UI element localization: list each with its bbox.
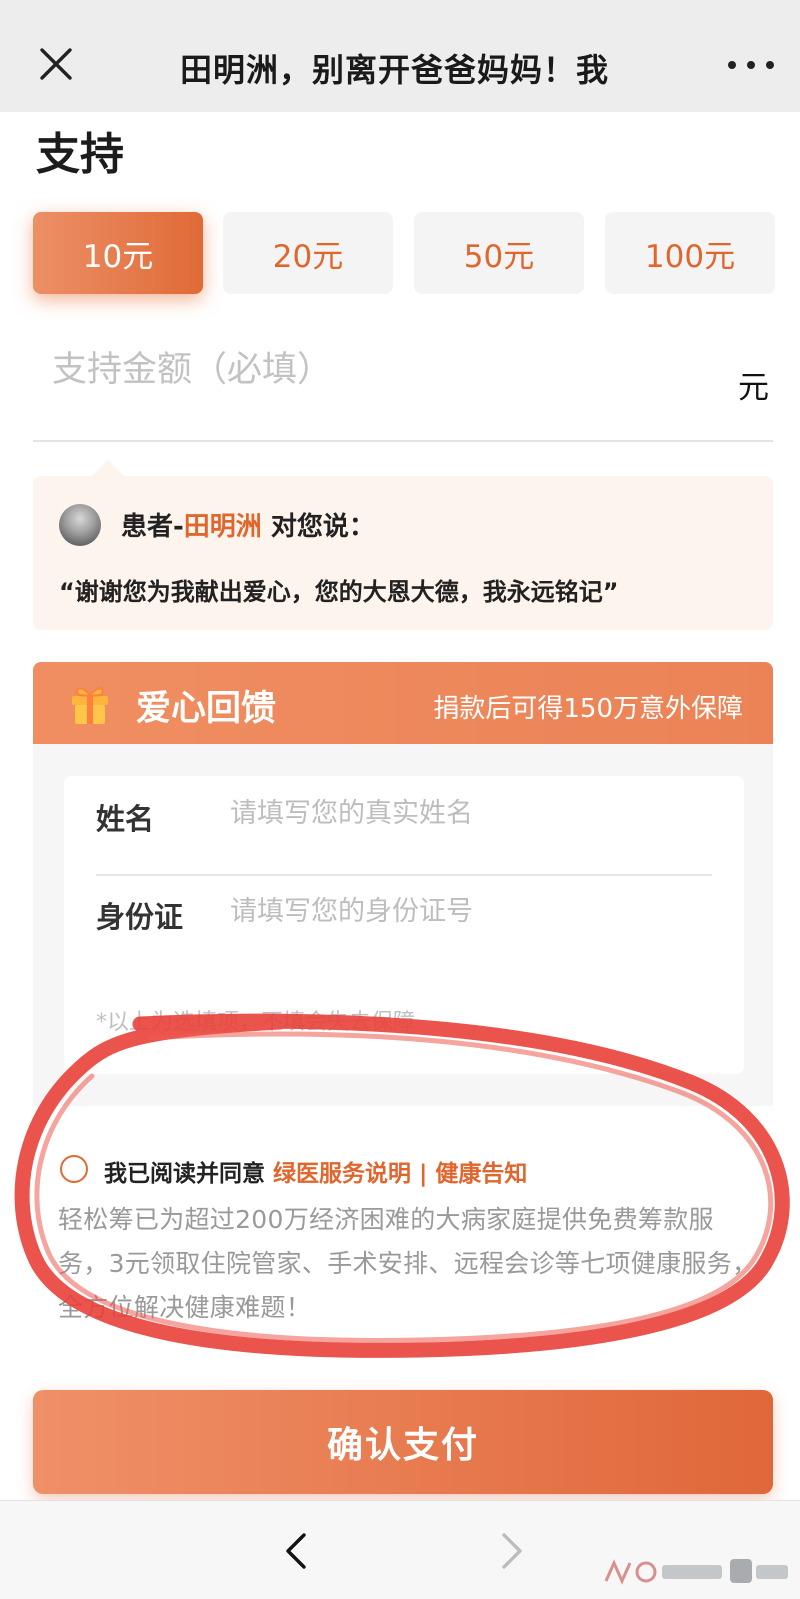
amount-option-50[interactable]: 50元: [414, 212, 584, 294]
page-title: 田明洲，别离开爸爸妈妈！我: [180, 51, 610, 89]
more-dots-icon[interactable]: [728, 55, 774, 75]
confirm-pay-button[interactable]: 确认支付: [33, 1390, 773, 1494]
insurance-form: 姓名 身份证 *以上为选填项，不填会失去保障: [64, 776, 744, 1074]
avatar: [59, 504, 101, 546]
service-description: 轻松筹已为超过200万经济困难的大病家庭提供免费筹款服务，3元领取住院管家、手术…: [58, 1205, 758, 1322]
service-terms-link[interactable]: 绿医服务说明 | 健康告知: [273, 1161, 527, 1187]
patient-message-text: “谢谢您为我献出爱心，您的大恩大德，我永远铭记”: [59, 578, 619, 606]
amount-unit-label: 元: [738, 370, 769, 406]
name-input[interactable]: [230, 792, 700, 834]
feedback-title: 爱心回馈: [136, 689, 277, 729]
support-section-title: 支持: [36, 129, 124, 180]
amount-option-20[interactable]: 20元: [223, 212, 393, 294]
message-header: 患者-田明洲 对您说：: [121, 506, 375, 543]
patient-message-box: 患者-田明洲 对您说： “谢谢您为我献出爱心，您的大恩大德，我永远铭记”: [33, 476, 773, 630]
chevron-left-icon[interactable]: [280, 1531, 316, 1571]
message-suffix: 对您说：: [261, 512, 375, 542]
message-prefix: 患者-: [121, 512, 184, 542]
message-pointer: [92, 460, 124, 476]
amount-option-100[interactable]: 100元: [605, 212, 775, 294]
feedback-subtitle: 捐款后可得150万意外保障: [433, 694, 743, 724]
id-label: 身份证: [96, 900, 184, 934]
amount-options: 10元 20元 50元 100元: [33, 212, 775, 296]
agreement-label: 我已阅读并同意: [104, 1161, 274, 1187]
patient-name: 田明洲: [183, 512, 262, 542]
name-label: 姓名: [96, 802, 155, 836]
support-amount-input[interactable]: [52, 345, 672, 395]
agreement-text: 我已阅读并同意 绿医服务说明 | 健康告知: [104, 1154, 527, 1188]
divider: [96, 874, 712, 876]
gift-icon: [69, 682, 111, 726]
chevron-right-icon[interactable]: [492, 1531, 528, 1571]
id-number-input[interactable]: [230, 890, 700, 932]
divider: [33, 440, 773, 442]
close-icon[interactable]: [38, 46, 74, 82]
feedback-header: 爱心回馈 捐款后可得150万意外保障: [33, 662, 773, 744]
amount-option-10[interactable]: 10元: [33, 212, 203, 294]
top-nav-bar: 田明洲，别离开爸爸妈妈！我: [0, 0, 800, 112]
optional-note: *以上为选填项，不填会失去保障: [96, 1010, 416, 1035]
bottom-nav-bar: [0, 1500, 800, 1599]
agreement-checkbox[interactable]: [60, 1155, 88, 1183]
watermark-logo: [604, 1559, 788, 1585]
